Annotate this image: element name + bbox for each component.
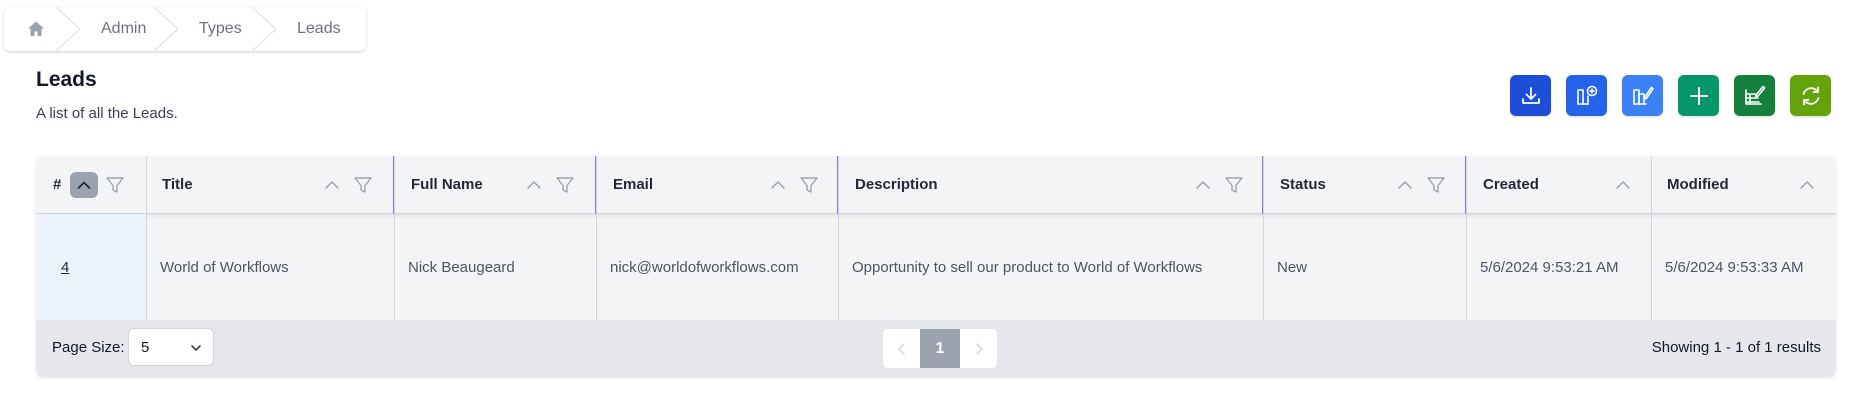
chevron-up-icon[interactable]	[1192, 174, 1214, 196]
list-edit-icon	[1744, 85, 1765, 105]
edit-list-button[interactable]	[1734, 75, 1775, 116]
column-header-created[interactable]: Created	[1465, 156, 1651, 214]
column-header-label: Title	[162, 176, 193, 193]
column-header-label: Full Name	[411, 176, 483, 193]
results-summary: Showing 1 - 1 of 1 results	[1651, 339, 1821, 356]
table-row[interactable]: 4 World of Workflows Nick Beaugeard nick…	[36, 214, 1836, 320]
chevron-up-icon	[77, 181, 91, 189]
chevron-up-icon[interactable]	[321, 174, 343, 196]
columns-add-icon	[1576, 85, 1597, 105]
filter-icon[interactable]	[798, 174, 820, 196]
cell-description: Opportunity to sell our product to World…	[852, 258, 1203, 276]
breadcrumb-label: Types	[199, 20, 242, 37]
add-button[interactable]	[1678, 75, 1719, 116]
chevron-left-icon	[897, 342, 905, 355]
page-title: Leads	[36, 68, 97, 91]
current-page-button[interactable]: 1	[920, 329, 960, 368]
filter-icon[interactable]	[1223, 174, 1245, 196]
previous-page-button[interactable]	[883, 329, 920, 368]
column-header-title[interactable]: Title	[146, 156, 394, 214]
refresh-button[interactable]	[1790, 75, 1831, 116]
filter-icon[interactable]	[1425, 174, 1447, 196]
cell-email: nick@worldofworkflows.com	[610, 258, 799, 276]
chevron-right-icon	[975, 342, 983, 355]
page-size-value: 5	[141, 339, 150, 356]
breadcrumb-label: Leads	[297, 20, 341, 37]
table-header: # Title Full Name Email Description Stat…	[36, 156, 1836, 214]
row-id-link[interactable]: 4	[36, 214, 146, 320]
column-header-modified[interactable]: Modified	[1651, 156, 1836, 214]
sort-active-button[interactable]	[70, 172, 98, 198]
column-header-email[interactable]: Email	[595, 156, 837, 214]
cell-modified: 5/6/2024 9:53:33 AM	[1665, 258, 1804, 276]
home-icon	[28, 21, 44, 36]
chevron-up-icon[interactable]	[767, 174, 789, 196]
edit-columns-button[interactable]	[1622, 75, 1663, 116]
column-header-label: Created	[1483, 176, 1539, 193]
plus-icon	[1689, 86, 1708, 105]
breadcrumb-home[interactable]	[4, 7, 80, 51]
column-header-label: Email	[613, 176, 654, 193]
column-header-label: #	[53, 176, 62, 193]
download-button[interactable]	[1510, 75, 1551, 116]
breadcrumb-label: Admin	[101, 20, 147, 37]
chevron-up-icon[interactable]	[1796, 174, 1818, 196]
chevron-up-icon[interactable]	[523, 174, 545, 196]
leads-table: # Title Full Name Email Description Stat…	[36, 156, 1836, 377]
column-header-label: Status	[1280, 176, 1326, 193]
add-column-button[interactable]	[1566, 75, 1607, 116]
chevron-up-icon[interactable]	[1394, 174, 1416, 196]
breadcrumb: Admin Types Leads	[4, 7, 366, 51]
column-header-description[interactable]: Description	[837, 156, 1262, 214]
chevron-down-icon	[191, 345, 201, 351]
filter-icon[interactable]	[104, 174, 126, 196]
cell-full-name: Nick Beaugeard	[408, 258, 515, 276]
page-size-label: Page Size:	[52, 339, 125, 356]
cell-title: World of Workflows	[160, 258, 289, 276]
toolbar	[1510, 75, 1846, 116]
column-header-label: Modified	[1667, 176, 1729, 193]
next-page-button[interactable]	[960, 329, 997, 368]
column-header-status[interactable]: Status	[1262, 156, 1465, 214]
column-header-label: Description	[855, 176, 938, 193]
filter-icon[interactable]	[352, 174, 374, 196]
cell-status: New	[1277, 258, 1308, 276]
page-size-select[interactable]: 5	[128, 328, 214, 366]
chevron-up-icon[interactable]	[1612, 174, 1634, 196]
breadcrumb-item-leads[interactable]: Leads	[264, 7, 354, 51]
columns-edit-icon	[1632, 86, 1654, 105]
column-header-full-name[interactable]: Full Name	[393, 156, 595, 214]
refresh-icon	[1802, 86, 1819, 105]
breadcrumb-item-admin[interactable]: Admin	[68, 7, 178, 51]
column-header-id[interactable]: #	[36, 156, 146, 214]
breadcrumb-item-types[interactable]: Types	[166, 7, 276, 51]
cell-created: 5/6/2024 9:53:21 AM	[1480, 258, 1619, 276]
table-footer: Page Size: 5 1 Showing 1 - 1 of 1 result…	[36, 320, 1836, 377]
download-icon	[1521, 86, 1540, 104]
page-description: A list of all the Leads.	[36, 105, 178, 122]
filter-icon[interactable]	[554, 174, 576, 196]
pagination: 1	[882, 328, 998, 369]
